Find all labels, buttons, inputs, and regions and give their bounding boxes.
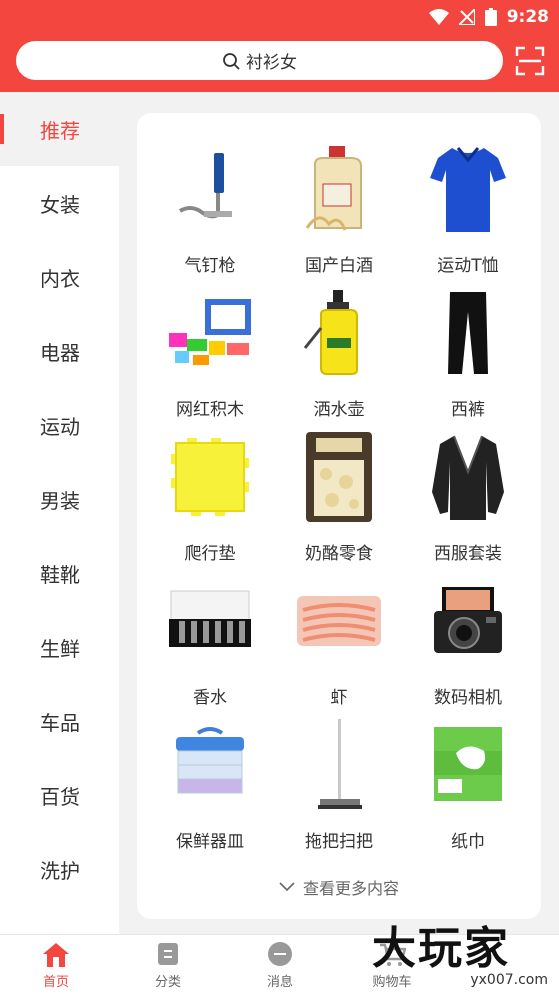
category-sidebar: 推荐 女装 内衣 电器 运动 男装 鞋靴 生鲜 车品 百货 洗护 bbox=[0, 92, 119, 934]
product-tissue[interactable]: 纸巾 bbox=[403, 717, 533, 857]
search-icon bbox=[223, 52, 240, 70]
product-sprayer[interactable]: 洒水壶 bbox=[274, 285, 404, 425]
product-suit[interactable]: 西服套装 bbox=[403, 429, 533, 569]
view-more-label: 查看更多内容 bbox=[302, 879, 399, 898]
category-underwear[interactable]: 内衣 bbox=[0, 240, 119, 314]
wifi-icon bbox=[428, 9, 449, 25]
signal-icon bbox=[458, 9, 475, 25]
category-fresh[interactable]: 生鲜 bbox=[0, 610, 119, 684]
building-blocks-icon bbox=[162, 285, 258, 381]
product-name: 拖把扫把 bbox=[305, 832, 373, 852]
scan-icon[interactable] bbox=[515, 46, 545, 76]
sprayer-icon bbox=[291, 285, 387, 381]
status-time: 9:28 bbox=[506, 7, 549, 27]
watermark-url: yx007.com bbox=[470, 972, 548, 988]
home-icon bbox=[43, 943, 69, 967]
status-bar: 9:28 bbox=[428, 4, 549, 30]
nav-messages[interactable]: 消息 bbox=[224, 935, 336, 994]
product-liquor[interactable]: 国产白酒 bbox=[274, 141, 404, 281]
shrimp-icon bbox=[291, 573, 387, 669]
product-name: 网红积木 bbox=[176, 400, 244, 420]
food-container-icon bbox=[162, 717, 258, 813]
sport-tshirt-icon bbox=[420, 141, 516, 237]
nav-category-label: 分类 bbox=[154, 975, 181, 990]
watermark-text: 大玩家 bbox=[372, 923, 510, 974]
product-cheese-snack[interactable]: 奶酪零食 bbox=[274, 429, 404, 569]
nail-gun-icon bbox=[162, 141, 258, 237]
message-icon bbox=[268, 942, 292, 966]
product-name: 奶酪零食 bbox=[305, 544, 373, 564]
nav-home[interactable]: 首页 bbox=[0, 935, 112, 994]
product-nail-gun[interactable]: 气钉枪 bbox=[145, 141, 275, 281]
trousers-icon bbox=[420, 285, 516, 381]
view-more-button[interactable]: 查看更多内容 bbox=[137, 875, 541, 899]
product-food-container[interactable]: 保鲜器皿 bbox=[145, 717, 275, 857]
suit-jacket-icon bbox=[420, 429, 516, 525]
top-bar: 9:28 衬衫女 bbox=[0, 0, 559, 92]
product-camera[interactable]: 数码相机 bbox=[403, 573, 533, 713]
watermark-logo: 大玩家 yx007.com bbox=[372, 912, 552, 994]
product-play-mat[interactable]: 爬行垫 bbox=[145, 429, 275, 569]
product-sport-tshirt[interactable]: 运动T恤 bbox=[403, 141, 533, 281]
product-name: 纸巾 bbox=[451, 832, 485, 852]
search-query: 衬衫女 bbox=[246, 53, 297, 73]
nav-home-label: 首页 bbox=[42, 975, 69, 990]
product-name: 西裤 bbox=[451, 400, 485, 420]
product-name: 国产白酒 bbox=[305, 256, 373, 276]
product-shrimp[interactable]: 虾 bbox=[274, 573, 404, 713]
chevron-down-icon bbox=[279, 882, 295, 892]
camera-icon bbox=[420, 573, 516, 669]
battery-icon bbox=[484, 8, 497, 26]
nav-messages-label: 消息 bbox=[266, 975, 293, 990]
liquor-jug-icon bbox=[291, 141, 387, 237]
category-mens[interactable]: 男装 bbox=[0, 462, 119, 536]
mop-icon bbox=[291, 717, 387, 813]
search-bar[interactable]: 衬衫女 bbox=[16, 41, 503, 80]
category-general[interactable]: 百货 bbox=[0, 758, 119, 832]
category-womens[interactable]: 女装 bbox=[0, 166, 119, 240]
category-shoes[interactable]: 鞋靴 bbox=[0, 536, 119, 610]
product-mop[interactable]: 拖把扫把 bbox=[274, 717, 404, 857]
product-name: 西服套装 bbox=[434, 544, 502, 564]
product-name: 运动T恤 bbox=[437, 256, 499, 276]
product-name: 气钉枪 bbox=[184, 256, 236, 276]
product-trousers[interactable]: 西裤 bbox=[403, 285, 533, 425]
category-recommend[interactable]: 推荐 bbox=[0, 92, 119, 166]
category-car[interactable]: 车品 bbox=[0, 684, 119, 758]
category-icon bbox=[158, 943, 178, 965]
product-name: 爬行垫 bbox=[184, 544, 236, 564]
perfume-set-icon bbox=[162, 573, 258, 669]
nav-category[interactable]: 分类 bbox=[112, 935, 224, 994]
product-perfume[interactable]: 香水 bbox=[145, 573, 275, 713]
category-care[interactable]: 洗护 bbox=[0, 832, 119, 906]
category-appliances[interactable]: 电器 bbox=[0, 314, 119, 388]
product-name: 数码相机 bbox=[434, 688, 502, 708]
product-grid-card: 气钉枪 国产白酒 运动T恤 网红积木 洒水壶 西裤 爬行垫 奶酪零食 西服套装 … bbox=[137, 113, 541, 919]
tissue-icon bbox=[420, 717, 516, 813]
cheese-snack-icon bbox=[291, 429, 387, 525]
product-name: 虾 bbox=[330, 688, 348, 708]
play-mat-icon bbox=[162, 429, 258, 525]
product-name: 保鲜器皿 bbox=[176, 832, 244, 852]
product-blocks[interactable]: 网红积木 bbox=[145, 285, 275, 425]
product-name: 洒水壶 bbox=[313, 400, 365, 420]
product-name: 香水 bbox=[193, 688, 227, 708]
category-sports[interactable]: 运动 bbox=[0, 388, 119, 462]
